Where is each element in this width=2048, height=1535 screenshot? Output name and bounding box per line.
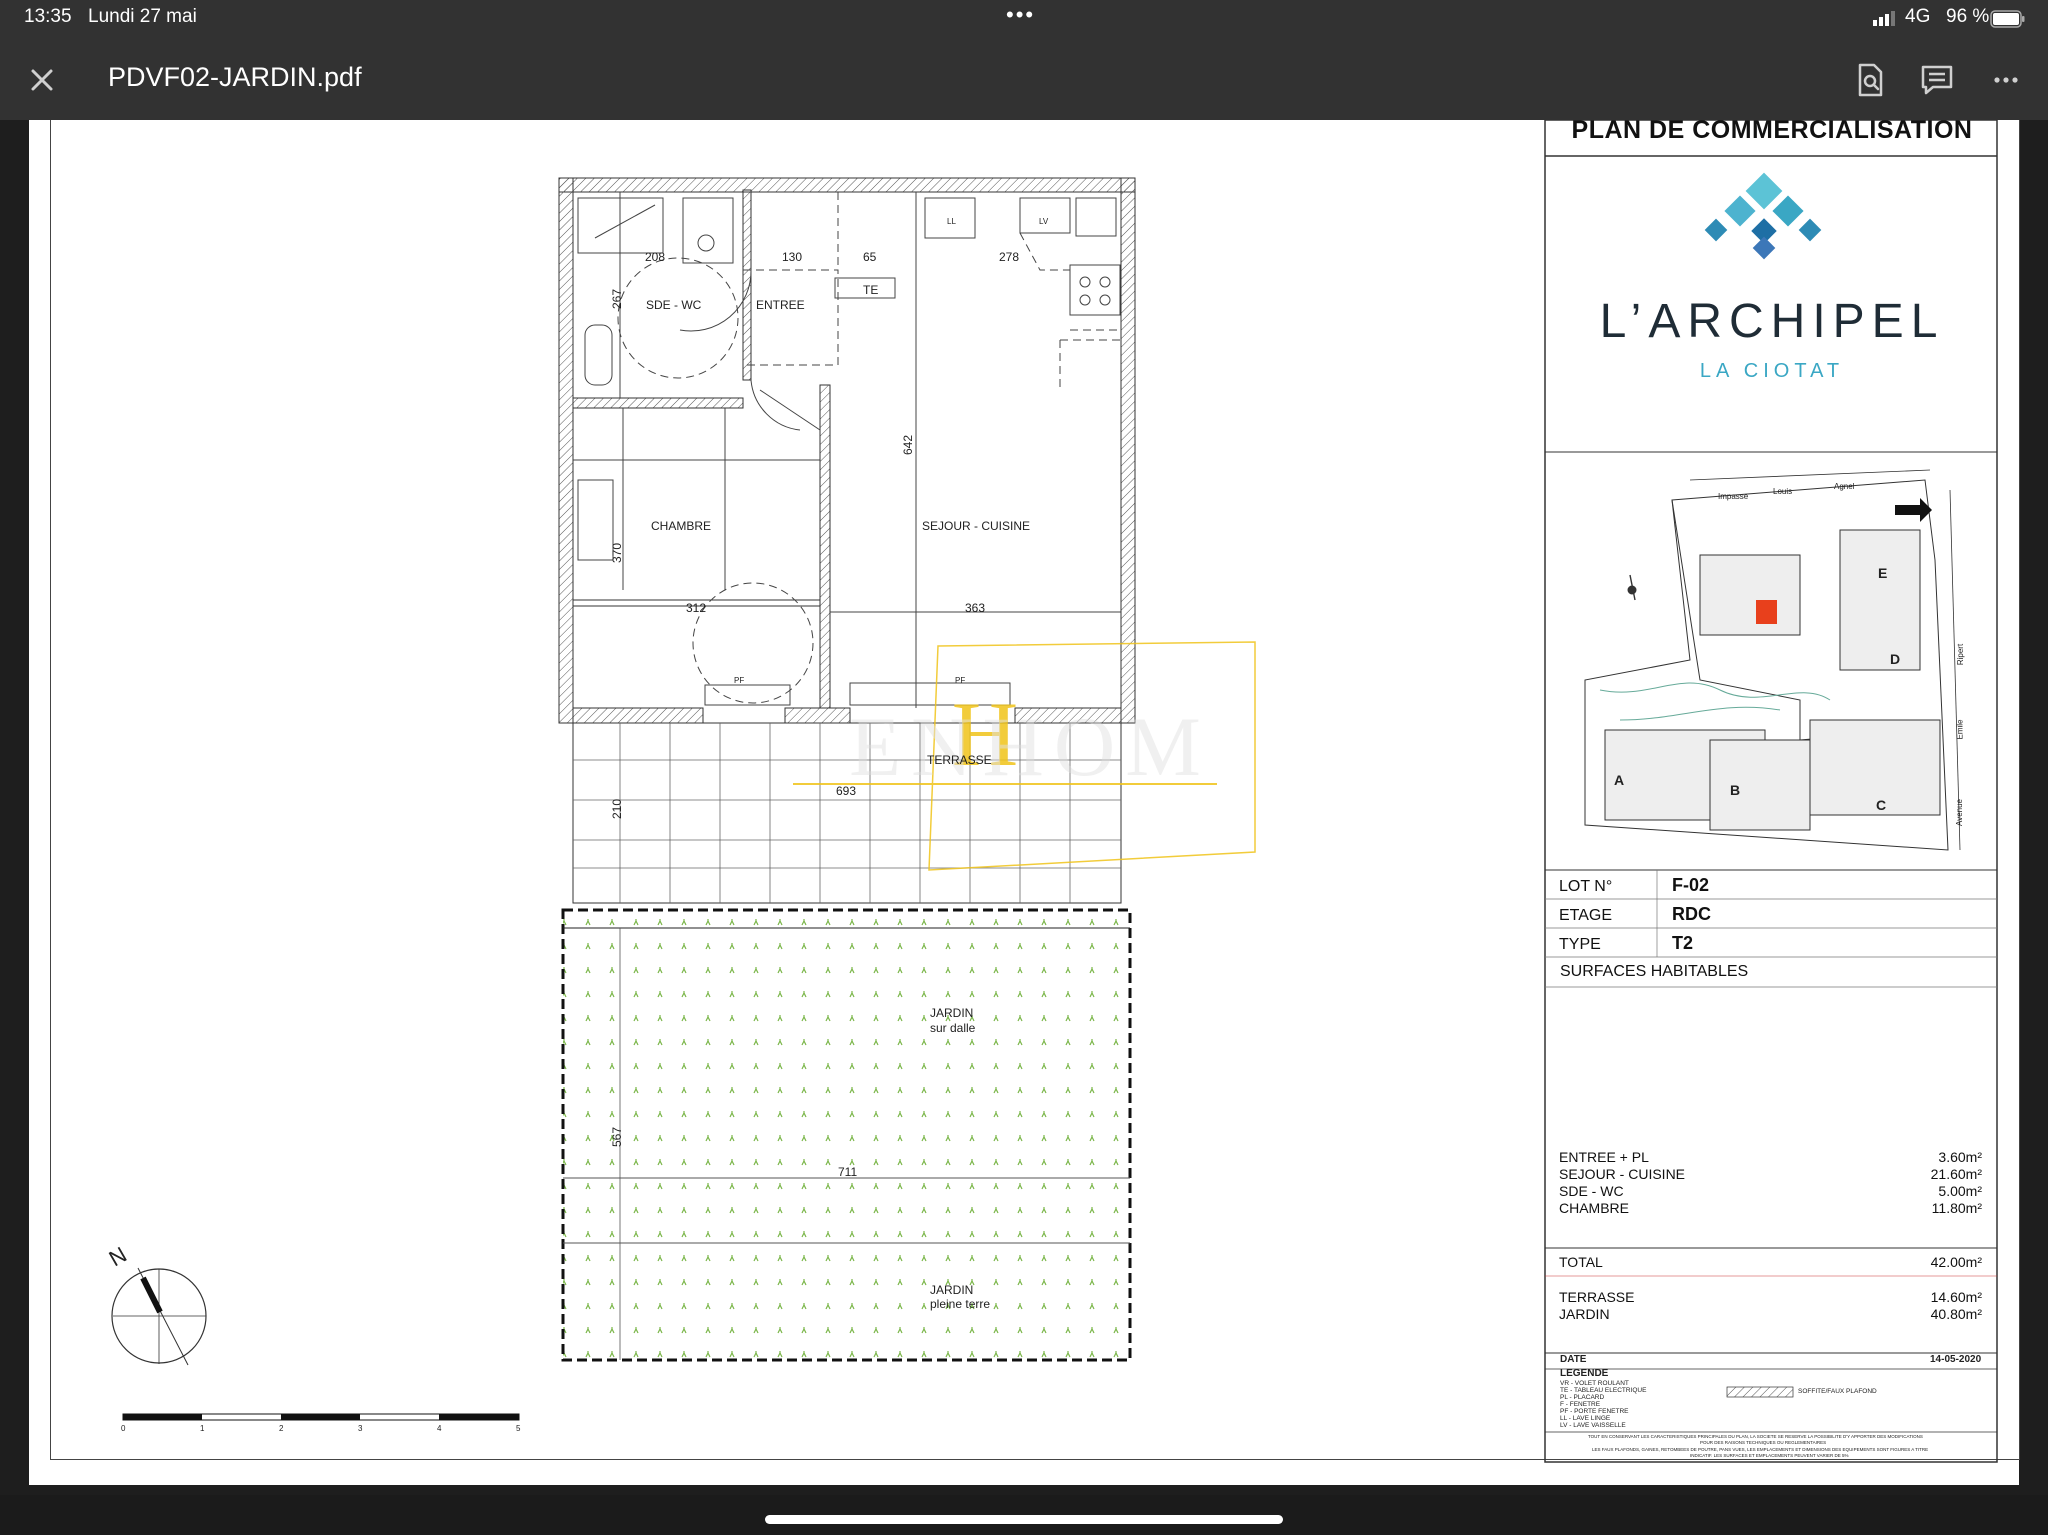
cartouche-title: PLAN DE COMMERCIALISATION [1571, 116, 1973, 144]
exterior-name: TERRASSE [1559, 1289, 1635, 1305]
scale-label: 3 [358, 1424, 363, 1433]
disclaimer-text: LES FAUX PLAFONDS, GAINES, RETOMBEES DE … [1592, 1447, 1929, 1452]
home-indicator[interactable] [765, 1515, 1283, 1524]
lot-label: LOT N° [1559, 878, 1613, 895]
disclaimer-text: POUR DES RAISONS TECHNIQUES OU REGLEMENT… [1700, 1440, 1827, 1445]
floor-plan: H ENHOM [111, 119, 1998, 1463]
scale-label: 0 [121, 1424, 126, 1433]
fixture-pf-label: PF [955, 676, 966, 685]
street-label: Ripert [1956, 643, 1966, 666]
dimension-label: 210 [610, 798, 625, 820]
legend-item: PF - PORTE FENETRE [1560, 1408, 1629, 1415]
surface-name: ENTREE + PL [1559, 1149, 1649, 1165]
room-entree-label: ENTREE [756, 298, 805, 312]
building-c-label: C [1876, 797, 1887, 813]
garden-dalle-sublabel: sur dalle [930, 1021, 976, 1035]
dimension-label: 370 [610, 542, 625, 564]
legend-soffite: SOFFITE/FAUX PLAFOND [1798, 1388, 1877, 1395]
etage-label: ETAGE [1559, 907, 1613, 924]
watermark-logo: H ENHOM [793, 641, 1256, 871]
building-d-label: D [1890, 651, 1901, 667]
dimension-label: 130 [782, 250, 803, 264]
fixture-ll-label: LL [947, 217, 956, 226]
legend-item: TE - TABLEAU ELECTRIQUE [1560, 1387, 1647, 1394]
surface-value: 3.60m² [1938, 1149, 1982, 1165]
dimension-label: 363 [965, 601, 986, 615]
legend-item: PL - PLACARD [1560, 1394, 1605, 1401]
dimension-label: 267 [610, 288, 625, 310]
street-label: Agnel [1834, 482, 1855, 491]
dimension-label: 693 [836, 784, 857, 798]
dimension-label: 278 [999, 250, 1020, 264]
surface-name: SEJOUR - CUISINE [1559, 1166, 1686, 1182]
svg-text:ENHOM: ENHOM [849, 700, 1211, 794]
date-value: 14-05-2020 [1930, 1354, 1982, 1365]
building-b-label: B [1730, 782, 1741, 798]
street-label: Louis [1773, 487, 1793, 496]
room-sde-wc-label: SDE - WC [646, 298, 702, 312]
scale-label: 4 [437, 1424, 442, 1433]
total-value: 42.00m² [1930, 1254, 1982, 1270]
garden-dalle-label: JARDIN [930, 1006, 974, 1020]
legend-item: LV - LAVE VAISSELLE [1560, 1422, 1626, 1429]
building-e-label: E [1878, 565, 1888, 581]
dimension-label: 312 [686, 601, 707, 615]
exterior-name: JARDIN [1559, 1306, 1610, 1322]
date-label: DATE [1560, 1354, 1587, 1365]
dimension-label: 642 [901, 434, 916, 456]
garden-terre-label: JARDIN [930, 1283, 974, 1297]
scale-label: 2 [279, 1424, 284, 1433]
dimension-label: 567 [610, 1126, 625, 1148]
room-te-label: TE [863, 283, 879, 297]
fixture-pf-label: PF [734, 676, 745, 685]
etage-value: RDC [1672, 904, 1711, 924]
type-label: TYPE [1559, 936, 1601, 953]
fixture-lv-label: LV [1039, 217, 1049, 226]
room-chambre-label: CHAMBRE [651, 519, 712, 533]
disclaimer-text: INDICATIF. LES SURFACES ET EMPLACEMENTS … [1690, 1453, 1849, 1458]
room-sejour-label: SEJOUR - CUISINE [922, 519, 1031, 533]
lot-value: F-02 [1672, 875, 1710, 895]
exterior-value: 14.60m² [1930, 1289, 1982, 1305]
legend-item: F - FENETRE [1560, 1401, 1601, 1408]
exterior-value: 40.80m² [1930, 1306, 1982, 1322]
compass-icon [111, 1267, 207, 1366]
garden-terre-sublabel: pleine terre [930, 1297, 991, 1311]
dimension-label: 208 [645, 250, 666, 264]
surfaces-label: SURFACES HABITABLES [1560, 963, 1749, 980]
site-plan-map [1584, 469, 1961, 851]
dimension-label: 711 [838, 1165, 858, 1179]
scale-label: 1 [200, 1424, 205, 1433]
surface-value: 21.60m² [1930, 1166, 1982, 1182]
legend-item: VR - VOLET ROULANT [1560, 1380, 1629, 1387]
street-label: Impasse [1718, 492, 1749, 501]
surface-name: CHAMBRE [1559, 1200, 1630, 1216]
street-label: Avenue [1955, 799, 1964, 826]
street-label: Emile [1955, 719, 1965, 740]
surface-value: 11.80m² [1931, 1200, 1982, 1216]
scale-label: 5 [516, 1424, 521, 1433]
room-terrasse-label: TERRASSE [927, 753, 992, 767]
legend-item: LL - LAVE LINGE [1560, 1415, 1611, 1422]
brand-name: L’ARCHIPEL [1599, 295, 1945, 348]
dimension-label: 65 [863, 250, 877, 264]
building-a-label: A [1614, 772, 1625, 788]
brand-location: LA CIOTAT [1699, 360, 1845, 382]
surface-value: 5.00m² [1938, 1183, 1982, 1199]
brand-logo-icon [1704, 172, 1822, 260]
scale-bar [122, 1413, 520, 1421]
disclaimer-text: TOUT EN CONSERVANT LES CARACTERISTIQUES … [1588, 1434, 1923, 1439]
surface-name: SDE - WC [1559, 1183, 1624, 1199]
legend-title: LEGENDE [1560, 1368, 1609, 1379]
type-value: T2 [1672, 933, 1694, 953]
total-label: TOTAL [1559, 1254, 1603, 1270]
